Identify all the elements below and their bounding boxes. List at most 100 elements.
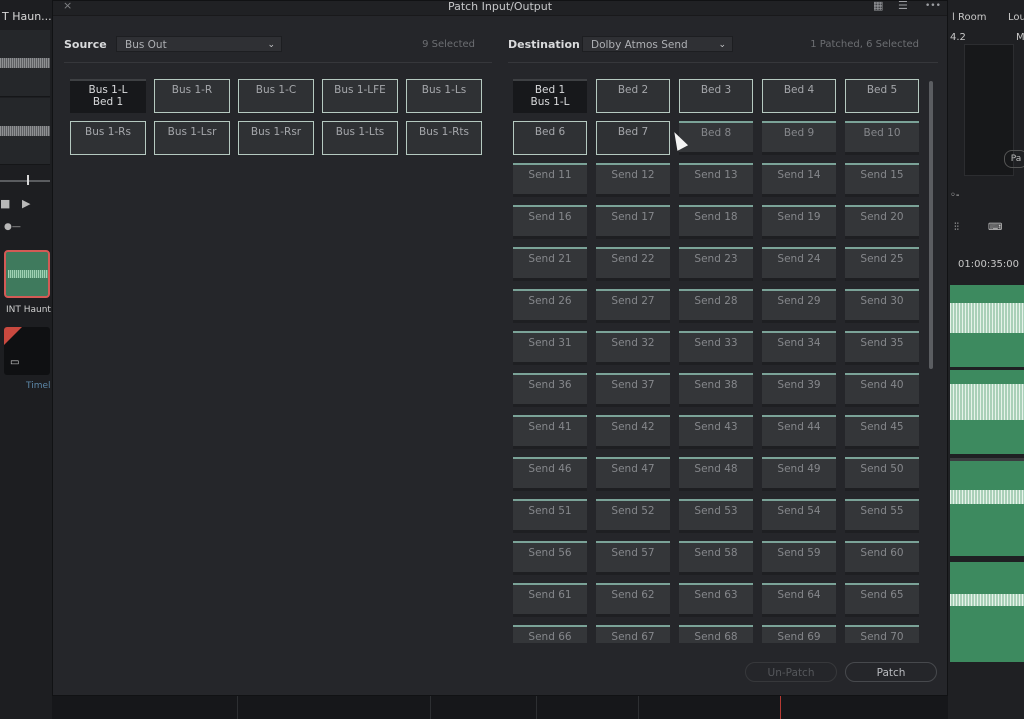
destination-patch-button[interactable]: Send 50 bbox=[845, 457, 919, 491]
destination-patch-button[interactable]: Send 57 bbox=[596, 541, 670, 575]
destination-patch-button[interactable]: Send 34 bbox=[762, 331, 836, 365]
source-patch-button[interactable]: Bus 1-Rsr bbox=[238, 121, 314, 155]
destination-patch-button[interactable]: Send 11 bbox=[513, 163, 587, 197]
destination-patch-button[interactable]: Send 48 bbox=[679, 457, 753, 491]
destination-patch-button[interactable]: Bed 1 Bus 1-L bbox=[513, 79, 587, 113]
source-patch-button[interactable]: Bus 1-C bbox=[238, 79, 314, 113]
more-options-icon[interactable]: ••• bbox=[925, 1, 941, 11]
audio-track[interactable] bbox=[0, 30, 50, 97]
destination-patch-button[interactable]: Bed 9 bbox=[762, 121, 836, 155]
keyboard-icon[interactable]: ⌨ bbox=[988, 222, 1002, 233]
destination-patch-button[interactable]: Send 18 bbox=[679, 205, 753, 239]
destination-patch-button[interactable]: Send 47 bbox=[596, 457, 670, 491]
destination-patch-button[interactable]: Send 30 bbox=[845, 289, 919, 323]
destination-patch-button[interactable]: Send 27 bbox=[596, 289, 670, 323]
destination-patch-button[interactable]: Send 15 bbox=[845, 163, 919, 197]
source-patch-button[interactable]: Bus 1-R bbox=[154, 79, 230, 113]
destination-patch-button[interactable]: Send 53 bbox=[679, 499, 753, 533]
destination-patch-button[interactable]: Send 38 bbox=[679, 373, 753, 407]
destination-patch-button[interactable]: Send 16 bbox=[513, 205, 587, 239]
destination-patch-button[interactable]: Send 24 bbox=[762, 247, 836, 281]
destination-patch-button[interactable]: Send 13 bbox=[679, 163, 753, 197]
destination-patch-button[interactable]: Send 26 bbox=[513, 289, 587, 323]
destination-patch-button[interactable]: Send 65 bbox=[845, 583, 919, 617]
destination-patch-button[interactable]: Bed 3 bbox=[679, 79, 753, 113]
destination-patch-button[interactable]: Bed 4 bbox=[762, 79, 836, 113]
timeline-thumbnail[interactable]: ▭ bbox=[4, 327, 50, 375]
destination-patch-button[interactable]: Send 12 bbox=[596, 163, 670, 197]
destination-patch-button[interactable]: Send 14 bbox=[762, 163, 836, 197]
destination-patch-button[interactable]: Send 70 bbox=[845, 625, 919, 643]
destination-patch-button[interactable]: Send 21 bbox=[513, 247, 587, 281]
destination-patch-button[interactable]: Send 37 bbox=[596, 373, 670, 407]
bypass-icon[interactable]: ◦- bbox=[950, 190, 960, 201]
source-patch-button[interactable]: Bus 1-Lts bbox=[322, 121, 398, 155]
destination-patch-button[interactable]: Send 22 bbox=[596, 247, 670, 281]
audio-lane[interactable] bbox=[950, 285, 1024, 367]
destination-patch-button[interactable]: Send 19 bbox=[762, 205, 836, 239]
destination-patch-button[interactable]: Send 49 bbox=[762, 457, 836, 491]
destination-patch-button[interactable]: Send 41 bbox=[513, 415, 587, 449]
destination-patch-button[interactable]: Send 51 bbox=[513, 499, 587, 533]
destination-patch-button[interactable]: Send 20 bbox=[845, 205, 919, 239]
scrub-slider-knob[interactable] bbox=[27, 175, 29, 185]
destination-patch-button[interactable]: Send 25 bbox=[845, 247, 919, 281]
destination-patch-button[interactable]: Bed 10 bbox=[845, 121, 919, 155]
un-patch-button[interactable]: Un-Patch bbox=[745, 662, 837, 682]
audio-track[interactable] bbox=[0, 98, 50, 165]
audio-lane[interactable] bbox=[950, 458, 1024, 556]
play-icon[interactable]: ▶ bbox=[22, 197, 30, 210]
destination-patch-button[interactable]: Send 66 bbox=[513, 625, 587, 643]
destination-patch-button[interactable]: Send 32 bbox=[596, 331, 670, 365]
destination-patch-button[interactable]: Send 29 bbox=[762, 289, 836, 323]
destination-patch-button[interactable]: Send 61 bbox=[513, 583, 587, 617]
playhead[interactable] bbox=[780, 696, 781, 719]
destination-patch-button[interactable]: Send 36 bbox=[513, 373, 587, 407]
source-patch-button[interactable]: Bus 1-Ls bbox=[406, 79, 482, 113]
list-view-icon[interactable]: ☰ bbox=[898, 0, 908, 12]
destination-patch-button[interactable]: Bed 7 bbox=[596, 121, 670, 155]
destination-patch-button[interactable]: Send 33 bbox=[679, 331, 753, 365]
destination-patch-button[interactable]: Send 44 bbox=[762, 415, 836, 449]
destination-patch-button[interactable]: Send 68 bbox=[679, 625, 753, 643]
destination-patch-button[interactable]: Send 39 bbox=[762, 373, 836, 407]
destination-patch-button[interactable]: Send 62 bbox=[596, 583, 670, 617]
destination-patch-button[interactable]: Send 55 bbox=[845, 499, 919, 533]
destination-patch-button[interactable]: Send 42 bbox=[596, 415, 670, 449]
patch-button[interactable]: Patch bbox=[845, 662, 937, 682]
source-patch-button[interactable]: Bus 1-LFE bbox=[322, 79, 398, 113]
source-patch-button[interactable]: Bus 1-Lsr bbox=[154, 121, 230, 155]
destination-patch-button[interactable]: Send 40 bbox=[845, 373, 919, 407]
pa-button[interactable]: Pa bbox=[1004, 150, 1024, 168]
destination-patch-button[interactable]: Send 60 bbox=[845, 541, 919, 575]
destination-patch-button[interactable]: Send 28 bbox=[679, 289, 753, 323]
scrub-slider[interactable] bbox=[0, 180, 50, 182]
source-patch-button[interactable]: Bus 1-Rts bbox=[406, 121, 482, 155]
destination-patch-button[interactable]: Bed 5 bbox=[845, 79, 919, 113]
destination-patch-button[interactable]: Bed 2 bbox=[596, 79, 670, 113]
destination-patch-button[interactable]: Send 58 bbox=[679, 541, 753, 575]
destination-patch-button[interactable]: Send 31 bbox=[513, 331, 587, 365]
destination-patch-button[interactable]: Send 64 bbox=[762, 583, 836, 617]
destination-patch-button[interactable]: Send 67 bbox=[596, 625, 670, 643]
stop-icon[interactable]: ■ bbox=[0, 197, 10, 210]
destination-patch-button[interactable]: Send 63 bbox=[679, 583, 753, 617]
dialog-titlebar[interactable]: × Patch Input/Output ▦ ☰ ••• bbox=[53, 0, 947, 16]
destination-patch-button[interactable]: Send 17 bbox=[596, 205, 670, 239]
volume-knob-icon[interactable]: ●— bbox=[4, 222, 21, 232]
destination-patch-button[interactable]: Send 56 bbox=[513, 541, 587, 575]
destination-patch-button[interactable]: Send 23 bbox=[679, 247, 753, 281]
destination-patch-button[interactable]: Bed 8 bbox=[679, 121, 753, 155]
destination-dropdown[interactable]: Dolby Atmos Send ⌄ bbox=[582, 36, 733, 52]
source-dropdown[interactable]: Bus Out ⌄ bbox=[116, 36, 282, 52]
waveform-zoom-icon[interactable]: ⫶⫶ bbox=[954, 222, 959, 233]
destination-patch-button[interactable]: Send 52 bbox=[596, 499, 670, 533]
destination-patch-button[interactable]: Send 43 bbox=[679, 415, 753, 449]
destination-scrollbar[interactable] bbox=[929, 81, 933, 369]
destination-patch-button[interactable]: Send 35 bbox=[845, 331, 919, 365]
destination-patch-button[interactable]: Send 69 bbox=[762, 625, 836, 643]
audio-lane[interactable] bbox=[950, 562, 1024, 662]
clip-thumbnail[interactable] bbox=[4, 250, 50, 298]
destination-patch-button[interactable]: Send 45 bbox=[845, 415, 919, 449]
source-patch-button[interactable]: Bus 1-Rs bbox=[70, 121, 146, 155]
